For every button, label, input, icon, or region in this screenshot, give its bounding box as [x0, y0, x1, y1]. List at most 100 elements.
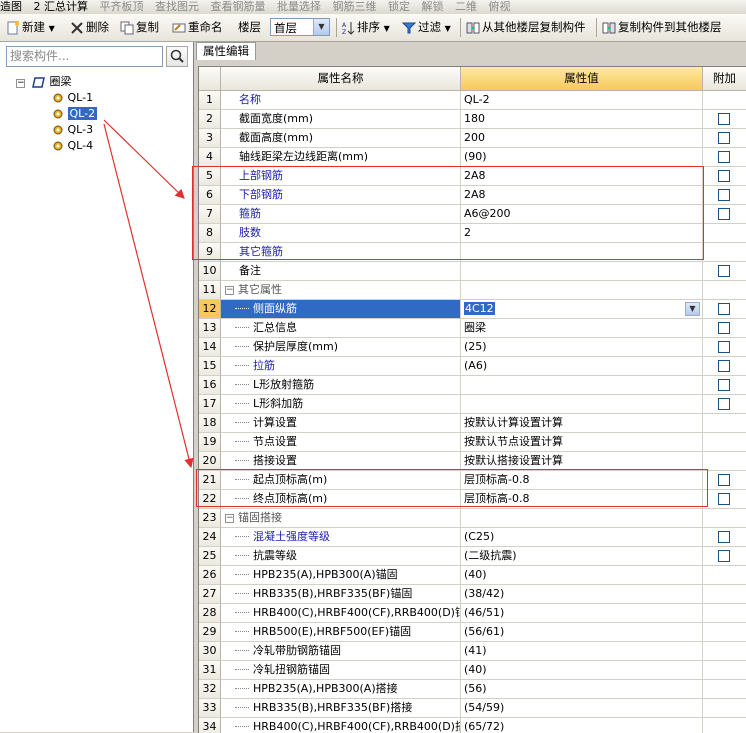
property-value-cell[interactable]: (56/61) [461, 623, 703, 642]
table-row[interactable]: 33 HRB335(B),HRBF335(BF)搭接 (54/59) [199, 699, 746, 718]
property-value-cell[interactable]: 180 [461, 110, 703, 129]
attach-checkbox[interactable] [718, 132, 730, 144]
top-item[interactable]: 造图 [0, 1, 22, 13]
property-value-cell[interactable]: QL-2 [461, 91, 703, 110]
attach-checkbox[interactable] [718, 322, 730, 334]
property-name-cell[interactable]: HPB235(A),HPB300(A)搭接 [221, 680, 461, 699]
property-value-cell[interactable]: (C25) [461, 528, 703, 547]
property-value-cell[interactable]: 按默认搭接设置计算 [461, 452, 703, 471]
table-row[interactable]: 14 保护层厚度(mm) (25) [199, 338, 746, 357]
property-value-cell[interactable]: (46/51) [461, 604, 703, 623]
property-name-cell[interactable]: L形放射箍筋 [221, 376, 461, 395]
table-row[interactable]: 15 拉筋 (A6) [199, 357, 746, 376]
group-collapse-toggle[interactable]: − [225, 513, 234, 523]
property-name-cell[interactable]: HRB335(B),HRBF335(BF)搭接 [221, 699, 461, 718]
property-value-cell[interactable]: 200 [461, 129, 703, 148]
table-row[interactable]: 20 搭接设置 按默认搭接设置计算 [199, 452, 746, 471]
table-row[interactable]: 5 上部钢筋 2A8 [199, 167, 746, 186]
table-row[interactable]: 31 冷轧扭钢筋锚固 (40) [199, 661, 746, 680]
table-row[interactable]: 21 起点顶标高(m) 层顶标高-0.8 [199, 471, 746, 490]
floor-select[interactable]: 首层 ▼ [270, 18, 330, 36]
table-row[interactable]: 22 终点顶标高(m) 层顶标高-0.8 [199, 490, 746, 509]
delete-button[interactable]: 删除 [70, 18, 109, 37]
table-row[interactable]: 1 名称 QL-2 [199, 91, 746, 110]
property-name-cell[interactable]: 名称 [221, 91, 461, 110]
property-value-cell[interactable]: 按默认节点设置计算 [461, 433, 703, 452]
tree-item[interactable]: QL-4 [52, 138, 93, 153]
property-name-cell[interactable]: HRB335(B),HRBF335(BF)锚固 [221, 585, 461, 604]
property-value-cell[interactable]: 按默认计算设置计算 [461, 414, 703, 433]
top-item[interactable]: 平齐板顶 [100, 1, 144, 13]
attach-checkbox[interactable] [718, 360, 730, 372]
top-item[interactable]: 2 汇总计算 [34, 1, 89, 13]
top-item[interactable]: 锁定 [388, 1, 410, 13]
attach-checkbox[interactable] [718, 550, 730, 562]
table-row[interactable]: 12 侧面纵筋 4C12 ▼ [199, 300, 746, 319]
property-name-cell[interactable]: HPB235(A),HPB300(A)锚固 [221, 566, 461, 585]
property-value-cell[interactable] [461, 509, 703, 528]
chevron-down-icon[interactable]: ▼ [685, 302, 700, 316]
tree-item[interactable]: QL-1 [52, 90, 93, 105]
property-value-cell[interactable]: (56) [461, 680, 703, 699]
property-name-cell[interactable]: 截面高度(mm) [221, 129, 461, 148]
property-name-cell[interactable]: 抗震等级 [221, 547, 461, 566]
property-name-cell[interactable]: 汇总信息 [221, 319, 461, 338]
property-value-cell[interactable]: (40) [461, 661, 703, 680]
attach-checkbox[interactable] [718, 341, 730, 353]
property-name-cell[interactable]: 保护层厚度(mm) [221, 338, 461, 357]
property-name-cell[interactable]: HRB500(E),HRBF500(EF)锚固 [221, 623, 461, 642]
property-name-cell[interactable]: HRB400(C),HRBF400(CF),RRB400(D)锚 [221, 604, 461, 623]
attach-checkbox[interactable] [718, 493, 730, 505]
new-button[interactable]: 新建 ▼ [6, 18, 55, 37]
sort-button[interactable]: A Z 排序 ▼ [341, 18, 390, 37]
property-value-cell[interactable]: (二级抗震) [461, 547, 703, 566]
property-name-cell[interactable]: HRB400(C),HRBF400(CF),RRB400(D)搭 [221, 718, 461, 733]
attach-checkbox[interactable] [718, 113, 730, 125]
table-row[interactable]: 6 下部钢筋 2A8 [199, 186, 746, 205]
property-name-cell[interactable]: 节点设置 [221, 433, 461, 452]
group-collapse-toggle[interactable]: − [225, 285, 234, 295]
attach-checkbox[interactable] [718, 398, 730, 410]
table-row[interactable]: 32 HPB235(A),HPB300(A)搭接 (56) [199, 680, 746, 699]
top-item[interactable]: 批量选择 [277, 1, 321, 13]
filter-button[interactable]: 过滤 ▼ [402, 18, 451, 37]
property-value-cell[interactable]: (90) [461, 148, 703, 167]
property-value-cell[interactable] [461, 395, 703, 414]
property-name-cell[interactable]: 拉筋 [221, 357, 461, 376]
property-name-cell[interactable]: 备注 [221, 262, 461, 281]
tree-item[interactable]: QL-3 [52, 122, 93, 137]
copy-to-floor-button[interactable]: 复制构件到其他楼层 [602, 18, 722, 37]
property-name-cell[interactable]: 冷轧带肋钢筋锚固 [221, 642, 461, 661]
tree-root[interactable]: 圈梁 [32, 74, 72, 89]
property-name-cell[interactable]: 起点顶标高(m) [221, 471, 461, 490]
attach-checkbox[interactable] [718, 151, 730, 163]
table-row[interactable]: 18 计算设置 按默认计算设置计算 [199, 414, 746, 433]
table-row[interactable]: 9 其它箍筋 [199, 243, 746, 262]
table-row[interactable]: 23− 锚固搭接 [199, 509, 746, 528]
attach-checkbox[interactable] [718, 379, 730, 391]
property-value-cell[interactable]: (25) [461, 338, 703, 357]
property-value-cell[interactable]: (38/42) [461, 585, 703, 604]
table-row[interactable]: 11− 其它属性 [199, 281, 746, 300]
property-name-cell[interactable]: 侧面纵筋 [221, 300, 461, 319]
search-button[interactable] [166, 46, 188, 67]
table-row[interactable]: 30 冷轧带肋钢筋锚固 (41) [199, 642, 746, 661]
table-row[interactable]: 10 备注 [199, 262, 746, 281]
property-name-cell[interactable]: − 其它属性 [221, 281, 461, 300]
property-value-cell[interactable]: (54/59) [461, 699, 703, 718]
property-value-cell[interactable] [461, 262, 703, 281]
property-value-cell[interactable]: 2A8 [461, 167, 703, 186]
attach-checkbox[interactable] [718, 265, 730, 277]
property-name-cell[interactable]: 计算设置 [221, 414, 461, 433]
table-row[interactable]: 28 HRB400(C),HRBF400(CF),RRB400(D)锚 (46/51… [199, 604, 746, 623]
top-item[interactable]: 查找图元 [155, 1, 199, 13]
property-name-cell[interactable]: 其它箍筋 [221, 243, 461, 262]
table-row[interactable]: 8 肢数 2 [199, 224, 746, 243]
table-row[interactable]: 19 节点设置 按默认节点设置计算 [199, 433, 746, 452]
table-row[interactable]: 7 箍筋 A6@200 [199, 205, 746, 224]
property-value-cell[interactable] [461, 376, 703, 395]
chevron-down-icon[interactable]: ▼ [313, 19, 329, 35]
top-item[interactable]: 二维 [455, 1, 477, 13]
property-value-cell[interactable]: 层顶标高-0.8 [461, 471, 703, 490]
table-row[interactable]: 24 混凝土强度等级 (C25) [199, 528, 746, 547]
